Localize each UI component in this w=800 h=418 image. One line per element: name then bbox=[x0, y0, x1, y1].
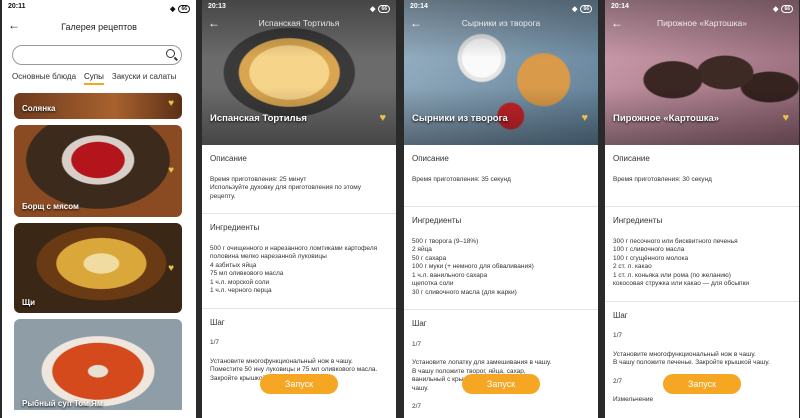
description-text: Время приготовления: 35 секунд bbox=[412, 175, 511, 183]
page-title: Галерея рецептов bbox=[61, 22, 137, 32]
recipe-content: Описание Время приготовления: 35 секунд … bbox=[404, 145, 598, 412]
status-time: 20:14 bbox=[611, 3, 629, 10]
favorite-heart-icon[interactable]: ♥ bbox=[379, 112, 386, 124]
favorite-heart-icon[interactable]: ♥ bbox=[581, 112, 588, 124]
favorite-heart-icon[interactable]: ♥ bbox=[168, 165, 174, 176]
favorite-heart-icon[interactable]: ♥ bbox=[168, 263, 174, 274]
recipe-detail-kartoshka: 20:14 ◆ 66 ← Пирожное «Картошка» Пирожное… bbox=[605, 0, 799, 418]
header-title: Испанская Тортилья bbox=[258, 18, 340, 28]
battery-icon: 66 bbox=[378, 4, 390, 13]
ingredients-heading: Ингредиенты bbox=[412, 216, 462, 225]
description-heading: Описание bbox=[613, 154, 650, 163]
ingredients-heading: Ингредиенты bbox=[210, 223, 260, 232]
divider bbox=[202, 213, 396, 214]
divider bbox=[605, 300, 799, 302]
ingredients-list: 500 г очищенного и нарезанного ломтиками… bbox=[210, 244, 378, 295]
recipe-card-label: Борщ с мясом bbox=[22, 202, 79, 211]
wifi-icon: ◆ bbox=[773, 5, 779, 13]
bottom-safe-area bbox=[605, 410, 799, 418]
gallery-screen: 20:11 ◆ 66 ← Галерея рецептов Основные бл… bbox=[2, 0, 196, 418]
wifi-icon: ◆ bbox=[170, 5, 176, 13]
favorite-heart-icon[interactable]: ♥ bbox=[782, 112, 789, 124]
status-bar: 20:14 ◆ 66 bbox=[404, 0, 598, 14]
launch-button[interactable]: Запуск bbox=[260, 374, 338, 394]
bottom-safe-area bbox=[404, 410, 598, 418]
ingredients-list: 500 г творога (9–18%) 2 яйца 50 г сахара… bbox=[412, 237, 534, 296]
description-heading: Описание bbox=[210, 154, 247, 163]
search-icon[interactable] bbox=[166, 49, 175, 58]
status-time: 20:13 bbox=[208, 3, 226, 10]
bottom-safe-area bbox=[202, 410, 396, 418]
step-heading: Шаг bbox=[613, 310, 628, 320]
step-heading: Шаг bbox=[210, 317, 225, 327]
recipe-card-tom-yam[interactable]: Рыбный суп Том Ям bbox=[14, 319, 182, 414]
recipe-card-label: Щи bbox=[22, 298, 36, 307]
divider bbox=[202, 307, 396, 309]
recipe-content: Описание Время приготовления: 25 минут И… bbox=[202, 145, 396, 383]
launch-button[interactable]: Запуск bbox=[462, 374, 540, 394]
ingredients-heading: Ингредиенты bbox=[613, 216, 663, 225]
recipe-card-label: Солянка bbox=[22, 104, 56, 113]
recipe-content: Описание Время приготовления: 30 секунд … bbox=[605, 145, 799, 405]
wifi-icon: ◆ bbox=[572, 5, 578, 13]
battery-icon: 66 bbox=[580, 4, 592, 13]
description-heading: Описание bbox=[412, 154, 449, 163]
divider bbox=[404, 206, 598, 207]
status-time: 20:14 bbox=[410, 3, 428, 10]
recipe-card-solyanka[interactable]: Солянка ♥ bbox=[14, 93, 182, 119]
tab-snacks-salads[interactable]: Закуски и салаты bbox=[112, 72, 176, 85]
step-number: 1/7 bbox=[613, 332, 623, 339]
recipe-detail-syrniki: 20:14 ◆ 66 ← Сырники из творога Сырники и… bbox=[404, 0, 598, 418]
recipe-card-shchi[interactable]: Щи ♥ bbox=[14, 223, 182, 313]
step-number: 1/7 bbox=[412, 340, 422, 348]
status-bar: 20:13 ◆ 66 bbox=[202, 0, 396, 14]
status-bar: 20:11 ◆ 66 bbox=[2, 0, 196, 14]
search-input[interactable] bbox=[12, 45, 182, 65]
launch-button[interactable]: Запуск bbox=[663, 374, 741, 394]
step-number: 1/7 bbox=[210, 339, 220, 346]
recipe-detail-tortilla: 20:13 ◆ 66 ← Испанская Тортилья Испанская… bbox=[202, 0, 396, 418]
divider bbox=[404, 309, 598, 310]
recipe-card-label: Рыбный суп Том Ям bbox=[22, 399, 103, 408]
recipe-name: Испанская Тортилья bbox=[210, 113, 307, 124]
tab-main-dishes[interactable]: Основные блюда bbox=[12, 72, 76, 85]
status-bar: 20:14 ◆ 66 bbox=[605, 0, 799, 14]
wifi-icon: ◆ bbox=[370, 5, 376, 13]
battery-icon: 66 bbox=[178, 4, 190, 13]
status-time: 20:11 bbox=[8, 3, 26, 10]
app-header: ← Галерея рецептов bbox=[2, 14, 196, 40]
divider bbox=[605, 206, 799, 207]
header-title: Пирожное «Картошка» bbox=[656, 18, 748, 28]
recipe-name: Сырники из творога bbox=[412, 113, 508, 124]
recipe-name: Пирожное «Картошка» bbox=[613, 113, 720, 124]
battery-icon: 66 bbox=[781, 4, 793, 13]
ingredients-list: 300 г песочного или бисквитного печенья … bbox=[613, 237, 750, 288]
category-tabs: Основные блюда Супы Закуски и салаты bbox=[2, 72, 196, 85]
step-text: Установите многофункциональный нож в чаш… bbox=[613, 350, 770, 367]
bottom-safe-area bbox=[2, 410, 196, 418]
back-arrow-icon[interactable]: ← bbox=[8, 18, 20, 32]
recipe-card-borsch[interactable]: Борщ с мясом ♥ bbox=[14, 125, 182, 217]
description-text: Время приготовления: 25 минут Используйт… bbox=[210, 175, 362, 200]
favorite-heart-icon[interactable]: ♥ bbox=[168, 98, 174, 109]
step-text: Измельчение bbox=[613, 396, 654, 403]
header-title: Сырники из творога bbox=[461, 18, 541, 28]
tab-soups[interactable]: Супы bbox=[84, 72, 104, 85]
step-heading: Шаг bbox=[412, 319, 427, 328]
description-text: Время приготовления: 30 секунд bbox=[613, 175, 712, 183]
